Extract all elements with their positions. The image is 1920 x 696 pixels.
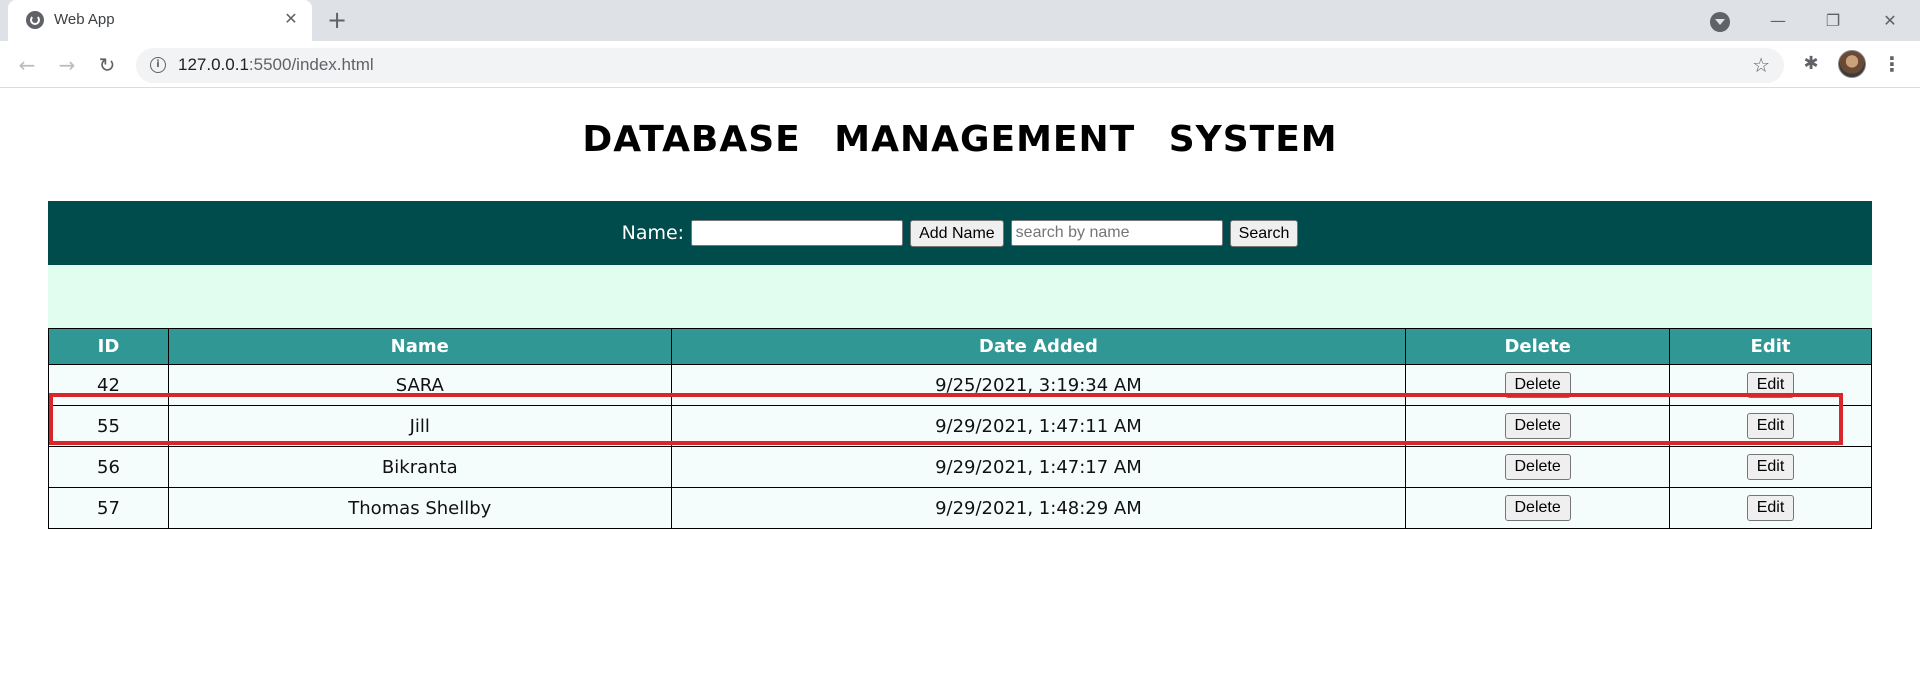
reload-icon[interactable]: ↻ (92, 50, 122, 80)
cell-delete: Delete (1405, 405, 1671, 447)
cell-id: 42 (48, 364, 169, 406)
cell-edit: Edit (1669, 487, 1872, 529)
browser-tab[interactable]: Web App ✕ (8, 0, 312, 41)
delete-button[interactable]: Delete (1504, 495, 1571, 521)
restore-icon[interactable]: ❐ (1813, 6, 1853, 36)
search-button[interactable]: Search (1229, 219, 1299, 247)
cell-delete: Delete (1405, 446, 1671, 488)
window-close-icon[interactable]: ✕ (1870, 6, 1910, 36)
url-text[interactable]: 127.0.0.1:5500/index.html (178, 55, 374, 75)
page-title: DATABASE MANAGEMENT SYSTEM (582, 119, 1338, 160)
puzzle-icon[interactable]: ✱ (1800, 53, 1822, 75)
add-name-button[interactable]: Add Name (910, 219, 1004, 247)
edit-button[interactable]: Edit (1746, 413, 1795, 439)
cell-name: Jill (167, 405, 672, 447)
browser-toolbar: ← → ↻ i 127.0.0.1:5500/index.html ☆ ✱ ⋮ (0, 41, 1920, 88)
cell-name: Bikranta (167, 446, 672, 488)
header-id: ID (48, 328, 169, 365)
cell-id: 57 (48, 487, 169, 529)
edit-button[interactable]: Edit (1746, 495, 1795, 521)
minimize-icon[interactable]: — (1758, 6, 1798, 36)
url-host: 127.0.0.1 (178, 55, 249, 74)
edit-button[interactable]: Edit (1746, 372, 1795, 398)
table-row: 42 SARA 9/25/2021, 3:19:34 AM Delete Edi… (48, 364, 1872, 406)
cell-date: 9/29/2021, 1:47:17 AM (670, 446, 1407, 488)
tab-title: Web App (54, 11, 115, 28)
search-input[interactable] (1010, 220, 1223, 246)
url-path: :5500/index.html (248, 55, 374, 74)
cell-name: SARA (167, 364, 672, 406)
edit-button[interactable]: Edit (1746, 454, 1795, 480)
forward-icon[interactable]: → (52, 50, 82, 80)
name-label: Name: (621, 222, 685, 244)
header-name: Name (167, 328, 672, 365)
cell-edit: Edit (1669, 446, 1872, 488)
header-delete: Delete (1405, 328, 1671, 365)
delete-button[interactable]: Delete (1504, 454, 1571, 480)
table-row: 55 Jill 9/29/2021, 1:47:11 AM Delete Edi… (48, 405, 1872, 447)
avatar[interactable] (1838, 50, 1866, 78)
kebab-menu-icon[interactable]: ⋮ (1880, 51, 1904, 77)
cell-date: 9/25/2021, 3:19:34 AM (670, 364, 1407, 406)
close-icon[interactable]: ✕ (280, 8, 302, 30)
cell-date: 9/29/2021, 1:47:11 AM (670, 405, 1407, 447)
cell-edit: Edit (1669, 405, 1872, 447)
header-edit: Edit (1669, 328, 1872, 365)
table-row: 56 Bikranta 9/29/2021, 1:47:17 AM Delete… (48, 446, 1872, 488)
info-icon[interactable]: i (150, 57, 166, 73)
name-input[interactable] (691, 220, 904, 246)
spacer-band (48, 265, 1872, 329)
cell-id: 56 (48, 446, 169, 488)
address-bar[interactable]: i 127.0.0.1:5500/index.html ☆ (136, 48, 1784, 83)
page-content: DATABASE MANAGEMENT SYSTEM Name: Add Nam… (0, 89, 1920, 696)
cell-delete: Delete (1405, 487, 1671, 529)
cell-id: 55 (48, 405, 169, 447)
add-name-form: Name: Add Name Search (48, 201, 1872, 265)
back-icon[interactable]: ← (12, 50, 42, 80)
names-table: ID Name Date Added Delete Edit 42 SARA 9… (48, 328, 1872, 529)
cell-date: 9/29/2021, 1:48:29 AM (670, 487, 1407, 529)
tab-search-icon[interactable] (1710, 12, 1730, 32)
cell-delete: Delete (1405, 364, 1671, 406)
delete-button[interactable]: Delete (1504, 372, 1571, 398)
header-date-added: Date Added (670, 328, 1407, 365)
cell-edit: Edit (1669, 364, 1872, 406)
delete-button[interactable]: Delete (1504, 413, 1571, 439)
star-icon[interactable]: ☆ (1752, 53, 1770, 77)
table-header-row: ID Name Date Added Delete Edit (48, 328, 1872, 365)
cell-name: Thomas Shellby (167, 487, 672, 529)
plus-icon[interactable]: + (322, 6, 352, 36)
table-row: 57 Thomas Shellby 9/29/2021, 1:48:29 AM … (48, 487, 1872, 529)
globe-icon (26, 11, 44, 29)
tab-strip: Web App ✕ + — ❐ ✕ (0, 0, 1920, 41)
